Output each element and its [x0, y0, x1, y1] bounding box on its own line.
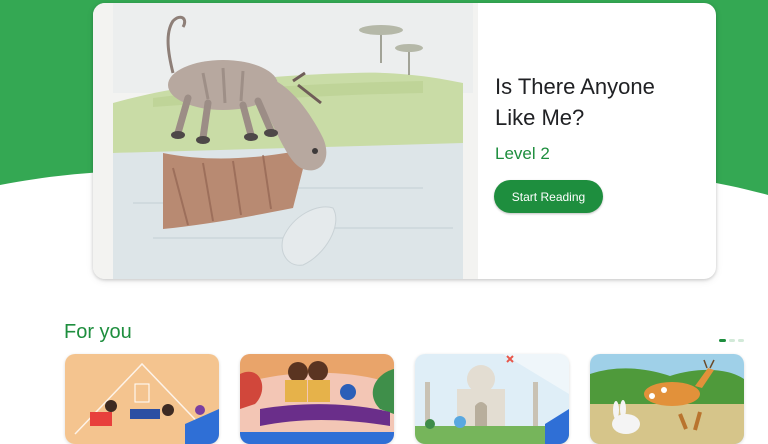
- pager-dot[interactable]: [738, 339, 744, 342]
- house-family-cover-image: [65, 354, 219, 444]
- deer-rabbit-cover-image: [590, 354, 744, 444]
- featured-book-title-line-1: Is There Anyone: [495, 74, 655, 99]
- taj-mahal-cover-image: [415, 354, 569, 444]
- featured-book-card[interactable]: Is There Anyone Like Me? Level 2 Start R…: [93, 3, 716, 279]
- featured-book-level: Level 2: [495, 144, 550, 163]
- for-you-heading: For you: [64, 321, 132, 343]
- book-card-deer-rabbit[interactable]: [590, 354, 744, 444]
- book-card-house-family[interactable]: [65, 354, 219, 444]
- book-card-children-on-tree[interactable]: [240, 354, 394, 444]
- featured-book-illustration: [93, 3, 478, 279]
- pager-dot[interactable]: [729, 339, 735, 342]
- featured-book-title-line-2: Like Me?: [495, 105, 585, 130]
- start-reading-button[interactable]: Start Reading: [494, 180, 603, 213]
- carousel-pager: [719, 339, 744, 342]
- children-on-tree-cover-image: [240, 354, 394, 444]
- pager-dot-active[interactable]: [719, 339, 726, 342]
- featured-book-title: Is There Anyone Like Me?: [495, 71, 695, 133]
- book-card-taj-mahal[interactable]: [415, 354, 569, 444]
